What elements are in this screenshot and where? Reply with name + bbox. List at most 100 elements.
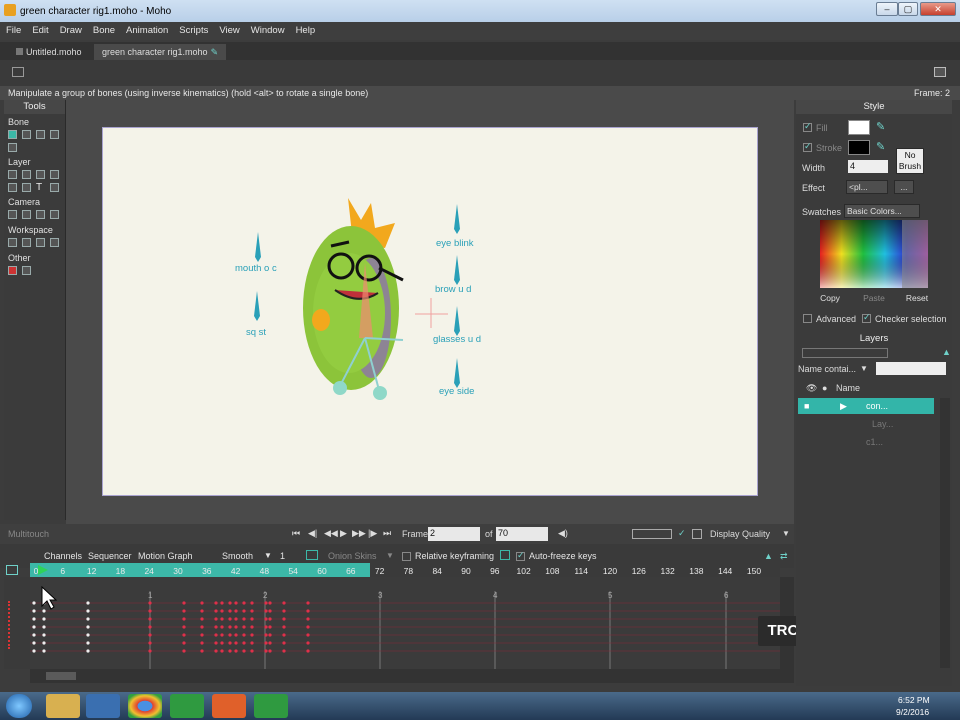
menu-draw[interactable]: Draw — [54, 22, 87, 36]
manipulate-bones-tool-icon[interactable] — [8, 130, 17, 139]
layer-actions-toolbar[interactable] — [802, 348, 888, 358]
next-keyframe-button[interactable]: ▶▶ — [352, 528, 366, 539]
keyframe-dot[interactable] — [268, 625, 272, 629]
rotate-workspace-tool-icon[interactable] — [36, 238, 45, 247]
bone-handle-icon[interactable] — [454, 358, 460, 388]
keyframe-dot[interactable] — [214, 625, 218, 629]
keyframe-dot[interactable] — [242, 649, 246, 653]
layers-scrollbar[interactable] — [940, 398, 950, 668]
keyframe-dot[interactable] — [32, 609, 36, 613]
keyframe-dot[interactable] — [220, 649, 224, 653]
pan-workspace-tool-icon[interactable] — [8, 238, 17, 247]
keyframe-dot[interactable] — [32, 617, 36, 621]
select-bone-tool-icon[interactable] — [22, 130, 31, 139]
end-button[interactable]: ⏭ — [383, 528, 391, 539]
menu-window[interactable]: Window — [245, 22, 290, 36]
expand-icon[interactable]: ▶ — [840, 401, 847, 412]
keyframe-dot[interactable] — [264, 649, 268, 653]
keyframe-dot[interactable] — [264, 625, 268, 629]
fill-color-swatch[interactable] — [848, 120, 870, 135]
keyframe-dot[interactable] — [234, 625, 238, 629]
keyframe-dot[interactable] — [306, 601, 310, 605]
keyframe-dot[interactable] — [182, 625, 186, 629]
width-input[interactable]: 4 — [848, 160, 888, 173]
doc-tab-untitled[interactable]: Untitled.moho — [8, 44, 90, 60]
tool-options-icon[interactable] — [12, 67, 24, 77]
keyframe-dot[interactable] — [182, 601, 186, 605]
keyframe-dot[interactable] — [42, 625, 46, 629]
collapse-layers-icon[interactable]: ▲ — [942, 347, 951, 357]
keyframe-dot[interactable] — [282, 625, 286, 629]
keyframe-dot[interactable] — [86, 601, 90, 605]
keyframe-dot[interactable] — [306, 625, 310, 629]
step-back-button[interactable]: ◀| — [308, 528, 317, 539]
track-camera-tool-icon[interactable] — [8, 210, 17, 219]
keyframe-dot[interactable] — [200, 609, 204, 613]
bone-handle-icon[interactable] — [454, 306, 460, 336]
keyframe-dot[interactable] — [86, 625, 90, 629]
keyframe-dot[interactable] — [200, 625, 204, 629]
keyframe-dot[interactable] — [200, 649, 204, 653]
keyframe-dot[interactable] — [214, 633, 218, 637]
tab-channels[interactable]: Channels — [44, 551, 82, 561]
keyframe-dot[interactable] — [214, 609, 218, 613]
keyframe-dot[interactable] — [42, 633, 46, 637]
paste-style-button[interactable]: Paste — [858, 292, 890, 306]
keyframe-dot[interactable] — [234, 641, 238, 645]
keyframe-dot[interactable] — [242, 633, 246, 637]
keyframe-dot[interactable] — [200, 641, 204, 645]
keyframe-dot[interactable] — [32, 633, 36, 637]
keyframe-dot[interactable] — [264, 641, 268, 645]
timeline-tracks[interactable]: 1 2 3 4 5 6 — [30, 577, 780, 669]
keyframe-dot[interactable] — [182, 609, 186, 613]
keyframe-dot[interactable] — [228, 601, 232, 605]
swatch-set-dropdown[interactable]: Basic Colors... — [844, 204, 920, 218]
keyframe-dot[interactable] — [264, 601, 268, 605]
bone-handle-icon[interactable] — [454, 255, 460, 285]
keyframe-dot[interactable] — [250, 601, 254, 605]
tab-sequencer[interactable]: Sequencer — [88, 551, 132, 561]
keyframe-dot[interactable] — [250, 609, 254, 613]
keyframe-dot[interactable] — [214, 617, 218, 621]
keyframe-dot[interactable] — [242, 625, 246, 629]
fill-checkbox[interactable] — [803, 121, 812, 132]
playhead-icon[interactable] — [38, 565, 48, 575]
flip-layer-tool-icon[interactable] — [8, 183, 17, 192]
keyframe-dot[interactable] — [228, 641, 232, 645]
camtasia-recorder-icon[interactable] — [254, 694, 288, 718]
lock-icon[interactable] — [500, 550, 510, 560]
menu-animation[interactable]: Animation — [120, 22, 173, 36]
menu-help[interactable]: Help — [290, 22, 321, 36]
rewind-button[interactable]: ⏮ — [292, 528, 300, 539]
keyframe-dot[interactable] — [148, 609, 152, 613]
frame-input[interactable]: 2 — [428, 527, 480, 541]
maximize-button[interactable]: ▢ — [898, 2, 918, 16]
menu-bone[interactable]: Bone — [87, 22, 120, 36]
keyframe-dot[interactable] — [220, 601, 224, 605]
keyframe-dot[interactable] — [234, 649, 238, 653]
keyframe-dot[interactable] — [234, 633, 238, 637]
keyframe-dot[interactable] — [282, 601, 286, 605]
keyframe-dot[interactable] — [282, 641, 286, 645]
keyframe-dot[interactable] — [182, 641, 186, 645]
stage-canvas[interactable]: mouth o c sq st eye blink brow u d glass… — [102, 127, 758, 496]
keyframe-dot[interactable] — [228, 609, 232, 613]
keyframe-dot[interactable] — [220, 617, 224, 621]
interpolation-count[interactable]: 1 — [280, 551, 285, 561]
keyframe-dot[interactable] — [282, 633, 286, 637]
stroke-checkbox[interactable] — [803, 141, 812, 152]
keyframe-dot[interactable] — [86, 649, 90, 653]
panel-toggle-icon[interactable] — [934, 67, 946, 77]
menu-file[interactable]: File — [0, 22, 26, 36]
keyframe-dot[interactable] — [306, 617, 310, 621]
orbit-workspace-tool-icon[interactable] — [50, 238, 59, 247]
keyframe-dot[interactable] — [182, 617, 186, 621]
bone-handle-icon[interactable] — [254, 291, 260, 321]
keyframe-dot[interactable] — [264, 609, 268, 613]
keyframe-dot[interactable] — [282, 617, 286, 621]
start-button[interactable] — [6, 694, 32, 718]
keyframe-dot[interactable] — [42, 641, 46, 645]
keyframe-dot[interactable] — [200, 633, 204, 637]
keyframes-graph[interactable]: 1 2 3 4 5 6 — [30, 577, 780, 669]
eyedropper-tool-icon[interactable] — [50, 183, 59, 192]
